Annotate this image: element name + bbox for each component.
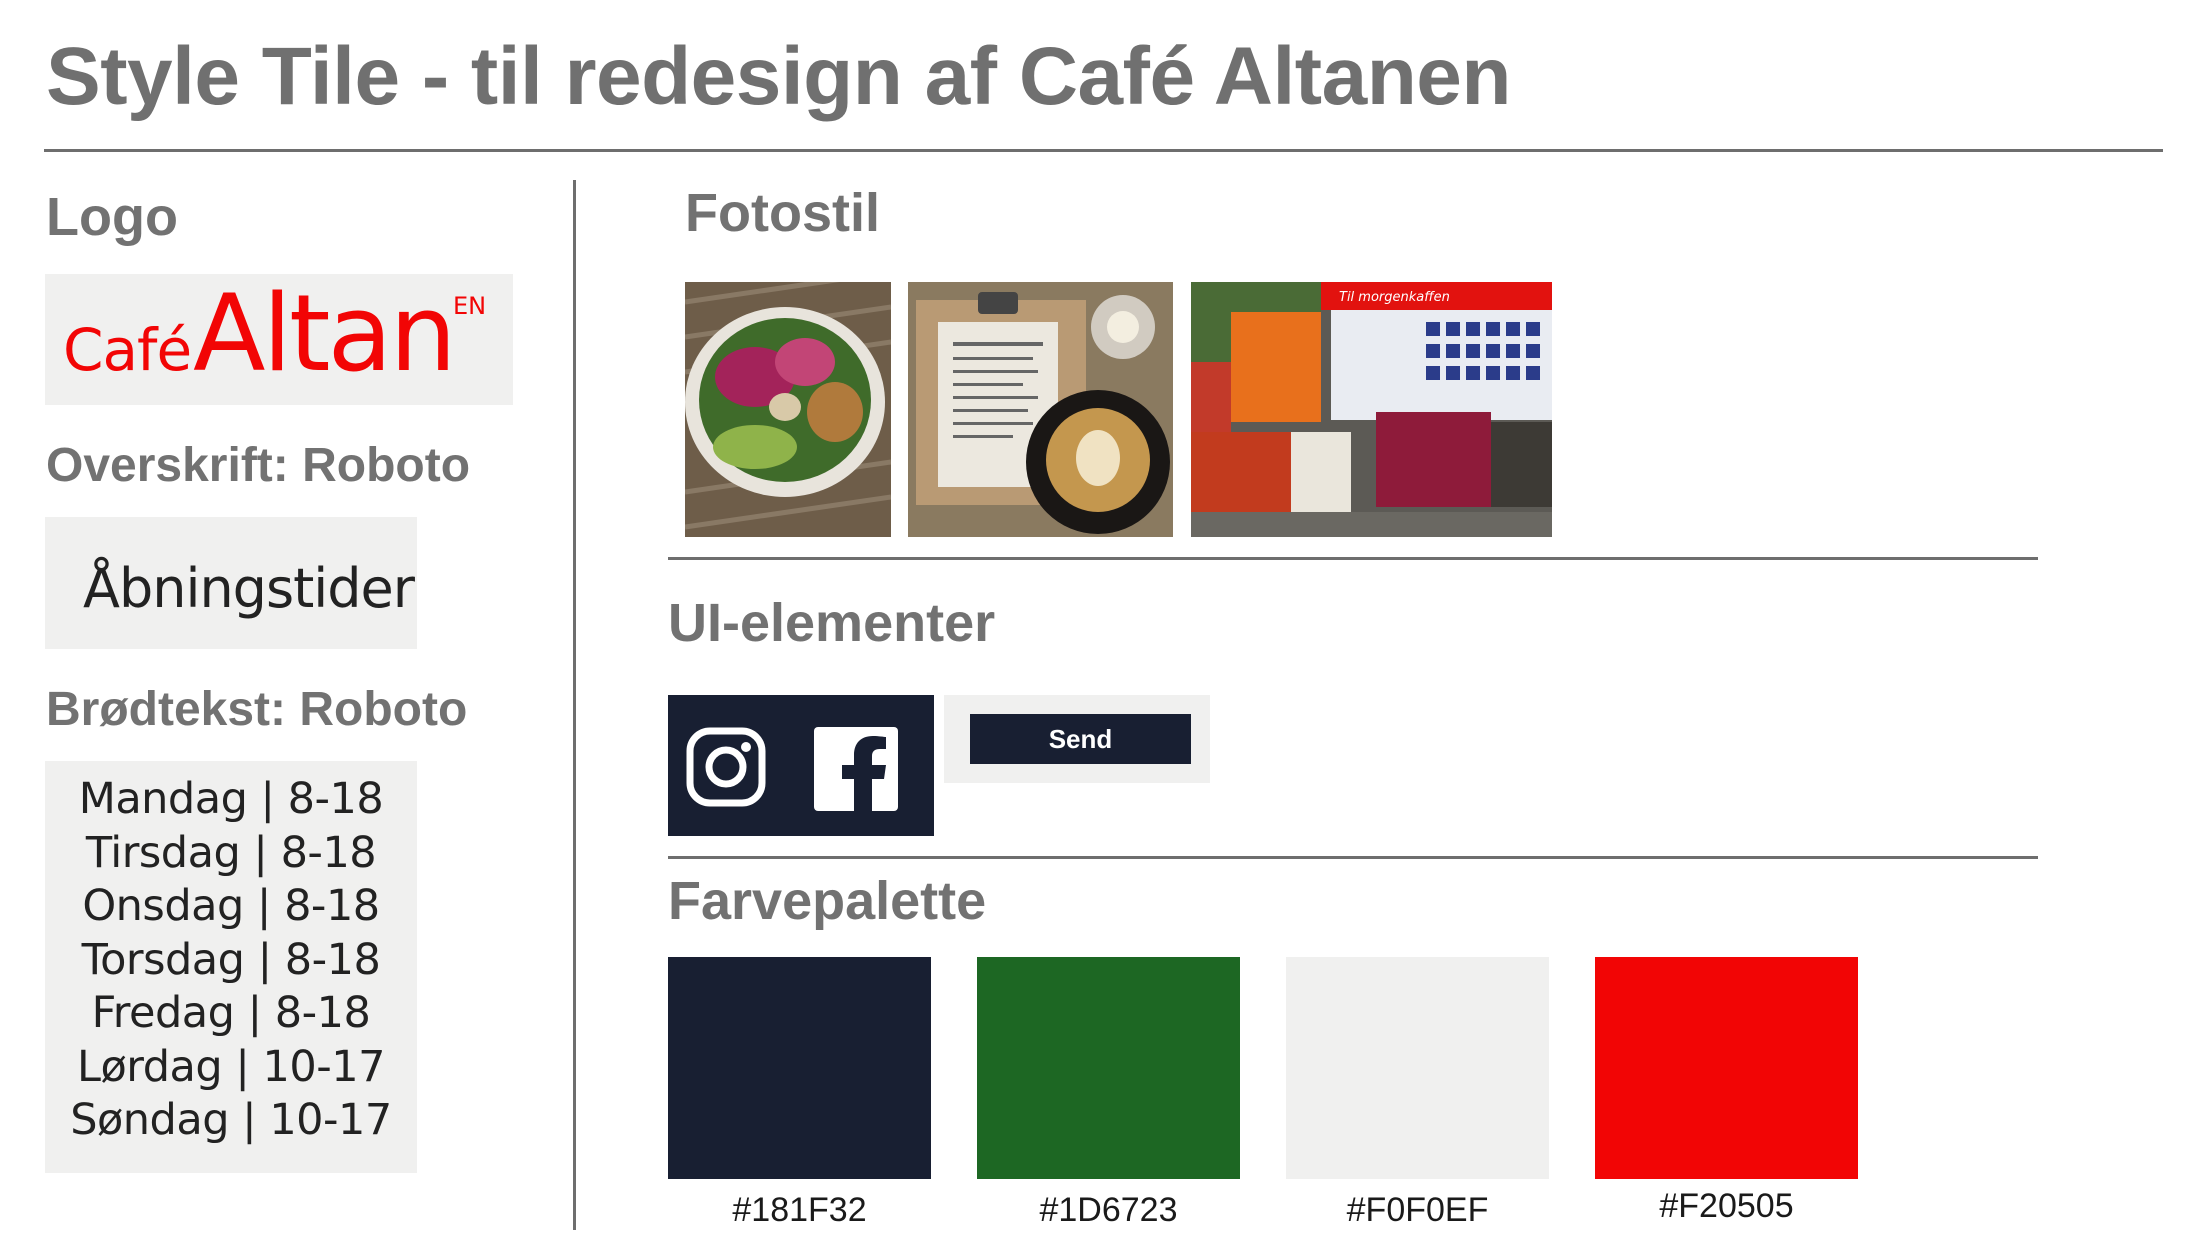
- color-hex-label: #F0F0EF: [1346, 1191, 1489, 1229]
- heading-sample-text: Åbningstider: [83, 557, 415, 620]
- heading-font-label: Overskrift: Roboto: [46, 439, 471, 492]
- instagram-icon[interactable]: [686, 727, 766, 807]
- color-hex-label: #1D6723: [1039, 1191, 1178, 1229]
- photo-banner-text: Til morgenkaffen: [1339, 290, 1450, 305]
- title-divider: [44, 149, 2163, 152]
- logo-cafe-text: Café: [63, 316, 192, 384]
- color-swatch-red: [1595, 957, 1858, 1179]
- salad-photo: [685, 282, 891, 537]
- logo: Café Altan EN: [45, 272, 513, 405]
- hours-line: Søndag | 10-17: [70, 1095, 392, 1145]
- hours-line: Torsdag | 8-18: [81, 934, 381, 985]
- body-font-label: Brødtekst: Roboto: [46, 683, 468, 736]
- body-font-sample: Mandag | 8-18 Tirsdag | 8-18 Onsdag | 8-…: [45, 761, 417, 1173]
- color-hex-label: #F20505: [1659, 1187, 1794, 1225]
- color-swatch-green: [977, 957, 1240, 1179]
- logo-heading: Logo: [46, 187, 178, 247]
- hours-line: Tirsdag | 8-18: [85, 827, 377, 878]
- market-produce-photo: Til morgenkaffen: [1191, 282, 1552, 537]
- palette-heading: Farvepalette: [668, 871, 987, 931]
- column-divider: [573, 180, 576, 1230]
- color-swatch-lightgray: [1286, 957, 1549, 1179]
- photo-section-divider: [668, 557, 2038, 560]
- facebook-icon[interactable]: [814, 727, 898, 811]
- photo-style-heading: Fotostil: [685, 183, 880, 243]
- send-button-sample: Send: [944, 695, 1210, 783]
- hours-line: Mandag | 8-18: [78, 774, 384, 824]
- logo-altan-text: Altan: [193, 272, 457, 395]
- opening-hours-list: Mandag | 8-18 Tirsdag | 8-18 Onsdag | 8-…: [45, 773, 417, 1148]
- send-button[interactable]: Send: [970, 714, 1191, 764]
- heading-font-sample: Åbningstider: [45, 517, 417, 649]
- hours-line: Lørdag | 10-17: [77, 1041, 385, 1092]
- ui-section-divider: [668, 856, 2038, 859]
- menu-coffee-photo: [908, 282, 1173, 537]
- logo-en-text: EN: [453, 292, 487, 320]
- color-hex-label: #181F32: [732, 1191, 867, 1229]
- hours-line: Fredag | 8-18: [91, 988, 371, 1038]
- page-title: Style Tile - til redesign af Café Altane…: [46, 31, 1512, 122]
- ui-elements-heading: UI-elementer: [668, 593, 996, 653]
- color-swatch-navy: [668, 957, 931, 1179]
- hours-line: Onsdag | 8-18: [82, 881, 380, 931]
- social-icons-bar: [668, 695, 934, 836]
